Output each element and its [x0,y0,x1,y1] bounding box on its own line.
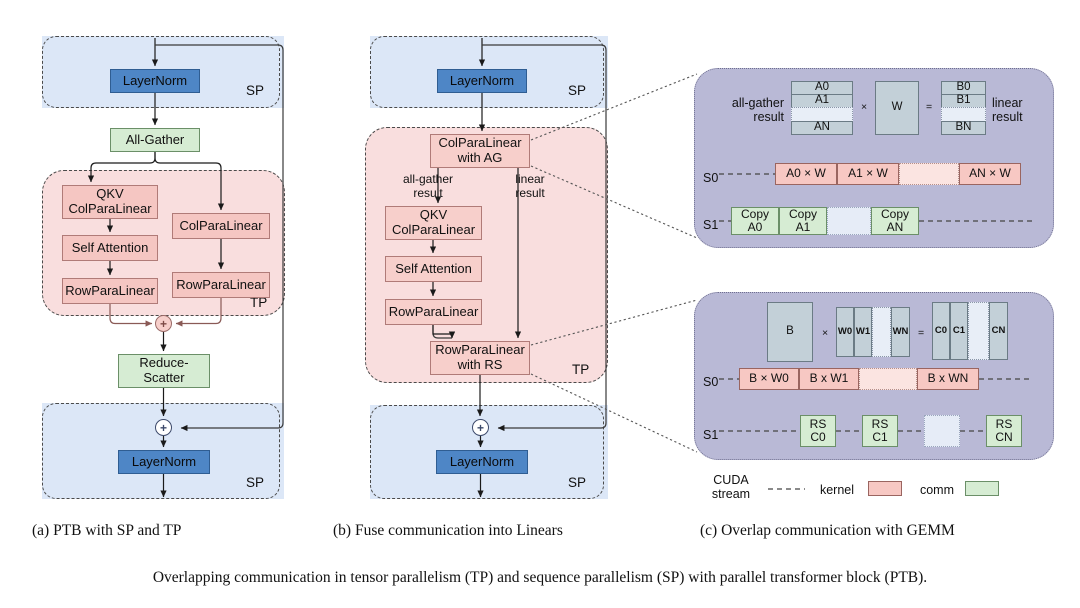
matrix-cell-a-ellipsis [791,107,853,122]
panel-c-bottom-s0-cell-1: B x W1 [799,368,859,390]
matrix-cell-w-ellipsis [872,307,891,357]
panel-c-top-s0-cell-0: A0 × W [775,163,837,185]
matrix-cell-w: W [875,81,919,135]
matrix-cell-b-operand: B [767,302,813,362]
panel-a-sp-top-label: SP [246,83,265,98]
panel-c-bottom-s0-cell-gap [859,368,917,390]
panel-b-linear-result-label: linear result [515,172,545,201]
panel-a-sp-bottom-label: SP [246,475,265,490]
panel-a-all-gather: All-Gather [110,128,200,152]
matrix-cell-w1: W1 [854,307,872,357]
panel-a-tp-label: TP [250,295,268,310]
panel-a-self-attention: Self Attention [62,235,158,261]
panel-c-top-all-gather-result-label: all-gather result [731,96,784,125]
panel-b-qkv-colparalinear: QKV ColParaLinear [385,206,482,240]
panel-b-rowparalinear-with-rs: RowParaLinear with RS [430,341,530,375]
panel-a-colparalinear-right: ColParaLinear [172,213,270,239]
panel-a-qkv-colparalinear: QKV ColParaLinear [62,185,158,219]
panel-b-self-attention: Self Attention [385,256,482,282]
panel-b-colparalinear-with-ag: ColParaLinear with AG [430,134,530,168]
panel-a-layernorm-bottom: LayerNorm [118,450,210,474]
panel-c-bottom-mul-symbol: × [822,327,829,339]
panel-c-top-s1-cell-gap [827,207,871,235]
panel-a-residual-add-tp: + [155,315,172,332]
panel-c-bottom-eq-symbol: = [918,327,925,339]
panel-b-sp-top-label: SP [568,83,587,98]
panel-c-bottom-s0-cell-n: B x WN [917,368,979,390]
legend-cuda-stream-label: CUDA stream [711,473,751,502]
panel-a-reduce-scatter: Reduce- Scatter [118,354,210,388]
panel-b-caption: (b) Fuse communication into Linears [333,522,563,539]
matrix-cell-bn: BN [941,121,986,135]
panel-c-top-stream0-label: S0 [703,171,719,185]
matrix-cell-a0: A0 [791,81,853,95]
panel-c-top-s0-cell-gap [899,163,959,185]
panel-c-top-s0-cell-n: AN × W [959,163,1021,185]
panel-a-caption: (a) PTB with SP and TP [32,522,182,539]
panel-b-all-gather-result-label: all-gather result [402,172,454,201]
panel-a-rowparalinear-right: RowParaLinear [172,272,270,298]
panel-b-layernorm-bottom: LayerNorm [436,450,528,474]
panel-c-top-stream1-label: S1 [703,218,719,232]
panel-c-bottom-s0-cell-0: B × W0 [739,368,799,390]
legend-kernel-label: kernel [819,483,855,497]
panel-b-layernorm-top: LayerNorm [437,69,527,93]
panel-c-top-s1-cell-n: Copy AN [871,207,919,235]
matrix-cell-wn: WN [891,307,910,357]
panel-c-bottom-stream0-label: S0 [703,375,719,389]
panel-c-top-s1-cell-0: Copy A0 [731,207,779,235]
matrix-cell-c0: C0 [932,302,950,360]
panel-c-top-s1-cell-1: Copy A1 [779,207,827,235]
panel-c-caption: (c) Overlap communication with GEMM [700,522,955,539]
panel-b-rowparalinear: RowParaLinear [385,299,482,325]
panel-c-top-s0-cell-1: A1 × W [837,163,899,185]
panel-c-bottom-s1-cell-1: RS C1 [862,415,898,447]
matrix-cell-b1: B1 [941,94,986,108]
panel-c-bottom-s1-cell-0: RS C0 [800,415,836,447]
legend-kernel-swatch [868,481,902,496]
panel-c-bottom-s1-cell-gap [924,415,960,447]
panel-c-bottom-stream1-label: S1 [703,428,719,442]
panel-b-residual-add-sp: + [472,419,489,436]
panel-c-top-eq-symbol: = [926,101,933,113]
legend-comm-label: comm [919,483,955,497]
panel-a-residual-add-sp: + [155,419,172,436]
matrix-cell-c1: C1 [950,302,968,360]
panel-a-layernorm-top: LayerNorm [110,69,200,93]
panel-c-top-mul-symbol: × [861,101,868,113]
matrix-cell-b0: B0 [941,81,986,95]
matrix-cell-an: AN [791,121,853,135]
matrix-cell-c-ellipsis [968,302,989,360]
legend-comm-swatch [965,481,999,496]
panel-c-bottom-s1-cell-n: RS CN [986,415,1022,447]
matrix-cell-w0: W0 [836,307,854,357]
panel-a-rowparalinear-left: RowParaLinear [62,278,158,304]
panel-b-sp-bottom-label: SP [568,475,587,490]
figure-caption: Overlapping communication in tensor para… [152,569,928,586]
panel-b-tp-label: TP [572,362,590,377]
matrix-cell-a1: A1 [791,94,853,108]
matrix-cell-cn: CN [989,302,1008,360]
matrix-cell-b-ellipsis [941,107,986,122]
panel-c-top-linear-result-label: linear result [992,96,1023,125]
